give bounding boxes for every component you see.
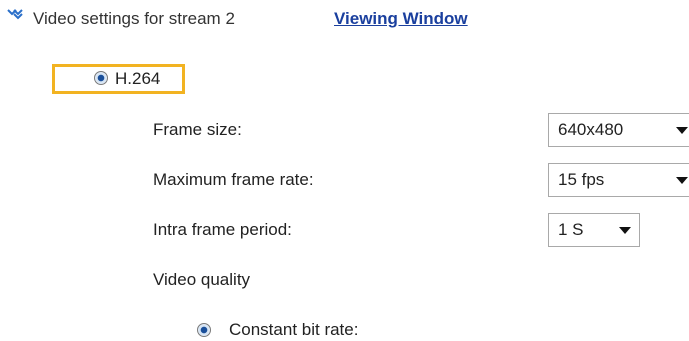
video-quality-heading: Video quality	[153, 270, 251, 289]
frame-size-select[interactable]: 640x480	[548, 113, 689, 147]
viewing-window-link[interactable]: Viewing Window	[334, 9, 468, 29]
dropdown-arrow-icon	[676, 127, 688, 134]
h264-radio[interactable]	[94, 71, 108, 85]
constant-bit-rate-radio[interactable]	[197, 323, 211, 337]
max-frame-rate-value: 15 fps	[558, 170, 605, 189]
max-frame-rate-label: Maximum frame rate:	[153, 170, 314, 189]
intra-frame-period-select[interactable]: 1 S	[548, 213, 640, 247]
intra-frame-period-value: 1 S	[558, 220, 584, 239]
dropdown-arrow-icon	[676, 177, 688, 184]
h264-label: H.264	[115, 69, 161, 88]
max-frame-rate-select[interactable]: 15 fps	[548, 163, 689, 197]
dropdown-arrow-icon	[619, 227, 631, 234]
frame-size-label: Frame size:	[153, 120, 242, 139]
intra-frame-period-label: Intra frame period:	[153, 220, 292, 239]
frame-size-value: 640x480	[558, 120, 624, 139]
double-chevron-down-icon[interactable]	[6, 8, 24, 22]
section-title: Video settings for stream 2	[33, 9, 235, 28]
constant-bit-rate-label: Constant bit rate:	[229, 320, 359, 339]
